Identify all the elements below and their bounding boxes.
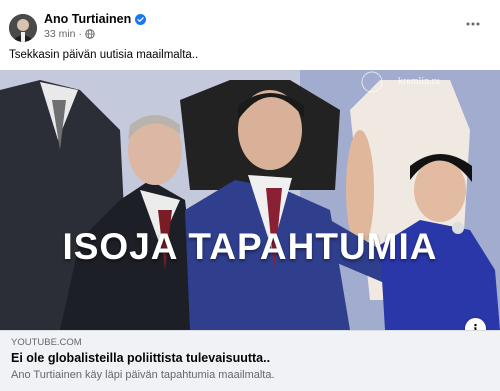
- link-preview[interactable]: YOUTUBE.COM Ei ole globalisteilla poliit…: [0, 330, 500, 391]
- post-timestamp[interactable]: 33 min: [44, 28, 76, 40]
- post-caption: Tsekkasin päivän uutisia maailmalta..: [9, 49, 199, 61]
- video-thumbnail[interactable]: kremlin.ru ISOJA TAPAHTUMIA: [0, 70, 500, 330]
- link-domain: YOUTUBE.COM: [11, 337, 82, 348]
- watermark-text: kremlin.ru: [398, 76, 440, 87]
- link-title[interactable]: Ei ole globalisteilla poliittista tuleva…: [11, 351, 270, 365]
- watermark: kremlin.ru: [398, 76, 440, 87]
- link-description: Ano Turtiainen käy läpi päivän tapahtumi…: [11, 369, 275, 381]
- thumbnail-overlay-text: ISOJA TAPAHTUMIA: [62, 226, 438, 267]
- globe-icon[interactable]: [85, 29, 95, 39]
- author-name-label[interactable]: Ano Turtiainen: [44, 12, 131, 26]
- meta-separator: ·: [78, 28, 83, 40]
- thumbnail-image: [0, 70, 500, 330]
- facebook-post: Ano Turtiainen 33 min · Tsekkasin päivän…: [0, 0, 500, 391]
- more-options-icon[interactable]: [462, 13, 484, 35]
- post-meta: 33 min ·: [44, 28, 95, 40]
- author-avatar[interactable]: [9, 14, 37, 42]
- verified-badge-icon: [135, 13, 147, 25]
- author-name[interactable]: Ano Turtiainen: [44, 12, 147, 26]
